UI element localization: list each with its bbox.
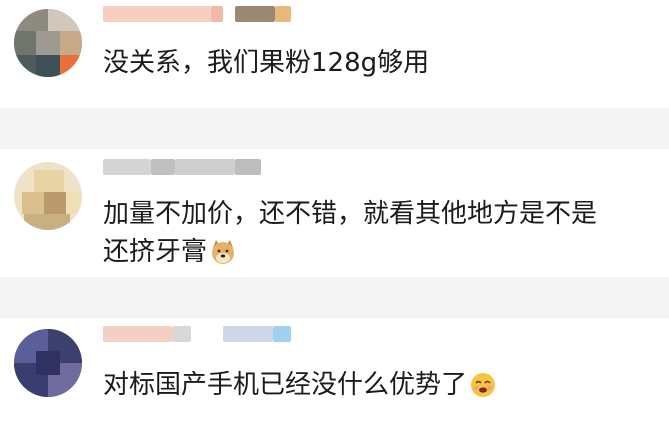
comment-text-segment: 还挤牙膏	[103, 237, 208, 267]
comment-item: 没关系，我们果粉128g够用	[0, 0, 669, 108]
drooling-face-emoji-icon	[471, 373, 496, 397]
blurred-username-icon[interactable]	[103, 6, 313, 22]
pixelated-avatar-icon[interactable]	[14, 162, 82, 230]
comment-text-line: 加量不加价，还不错，就看其他地方是不是	[103, 199, 598, 229]
comment-item: 对标国产手机已经没什么优势了	[0, 318, 669, 430]
blurred-username-icon[interactable]	[103, 159, 313, 175]
comment-text-line: 对标国产手机已经没什么优势了	[103, 366, 649, 404]
comment-text-line: 还挤牙膏	[103, 233, 649, 271]
doge-emoji-icon	[212, 240, 235, 264]
comment-text-line: 没关系，我们果粉128g够用	[103, 48, 430, 78]
comment-text: 对标国产手机已经没什么优势了	[103, 366, 649, 404]
comment-text: 加量不加价，还不错，就看其他地方是不是 还挤牙膏	[103, 195, 649, 271]
comment-text-segment: 对标国产手机已经没什么优势了	[103, 370, 468, 400]
blurred-username-icon[interactable]	[103, 326, 313, 342]
comment-text: 没关系，我们果粉128g够用	[103, 44, 649, 82]
pixelated-avatar-icon[interactable]	[14, 9, 82, 77]
comment-item: 加量不加价，还不错，就看其他地方是不是 还挤牙膏	[0, 149, 669, 277]
pixelated-avatar-icon[interactable]	[14, 329, 82, 397]
comment-list: 没关系，我们果粉128g够用 加量不加价，还不错，就看其他地方是不是 还挤牙膏	[0, 0, 669, 430]
